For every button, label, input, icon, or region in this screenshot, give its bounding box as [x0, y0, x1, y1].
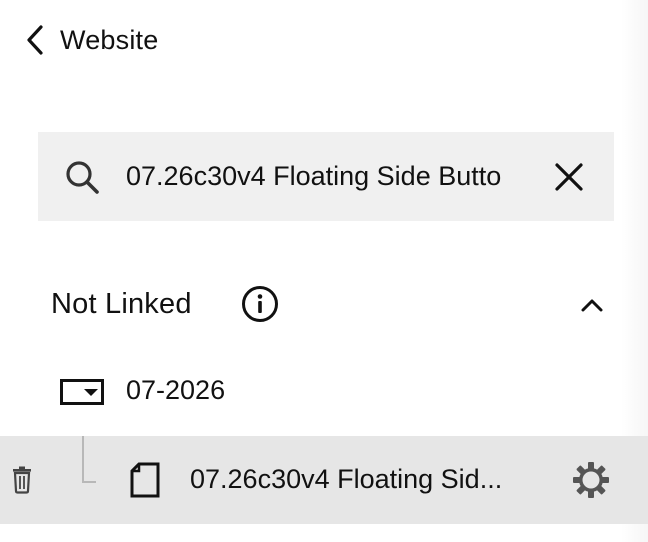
search-bar: [38, 132, 614, 221]
chevron-left-icon: [27, 25, 43, 55]
close-icon: [555, 163, 583, 191]
trash-icon: [13, 466, 31, 494]
section-header-not-linked: Not Linked: [51, 280, 611, 328]
search-icon: [66, 161, 99, 194]
page-settings-button[interactable]: [571, 460, 611, 500]
folder-label: 07-2026: [126, 375, 226, 405]
section-title: Not Linked: [51, 287, 192, 320]
gear-icon: [573, 462, 609, 498]
delete-page-button[interactable]: [10, 466, 34, 494]
page-label: 07.26c30v4 Floating Sid...: [190, 464, 503, 494]
tree-connector-horizontal: [82, 481, 96, 483]
chevron-up-icon: [581, 299, 603, 312]
page-icon: [130, 462, 160, 498]
info-button[interactable]: [241, 285, 279, 323]
clear-search-button[interactable]: [550, 158, 588, 196]
search-input[interactable]: [126, 154, 528, 198]
back-label: Website: [60, 24, 159, 55]
page-item[interactable]: 07.26c30v4 Floating Sid...: [0, 436, 648, 524]
info-icon: [242, 286, 278, 322]
tree-connector-vertical: [82, 436, 84, 482]
back-button[interactable]: Website: [24, 20, 158, 60]
folder-item[interactable]: 07-2026: [0, 366, 648, 418]
folder-dropdown-icon: [60, 379, 104, 405]
collapse-section-button[interactable]: [579, 292, 605, 318]
pages-panel: Website Not Linked: [0, 0, 648, 542]
